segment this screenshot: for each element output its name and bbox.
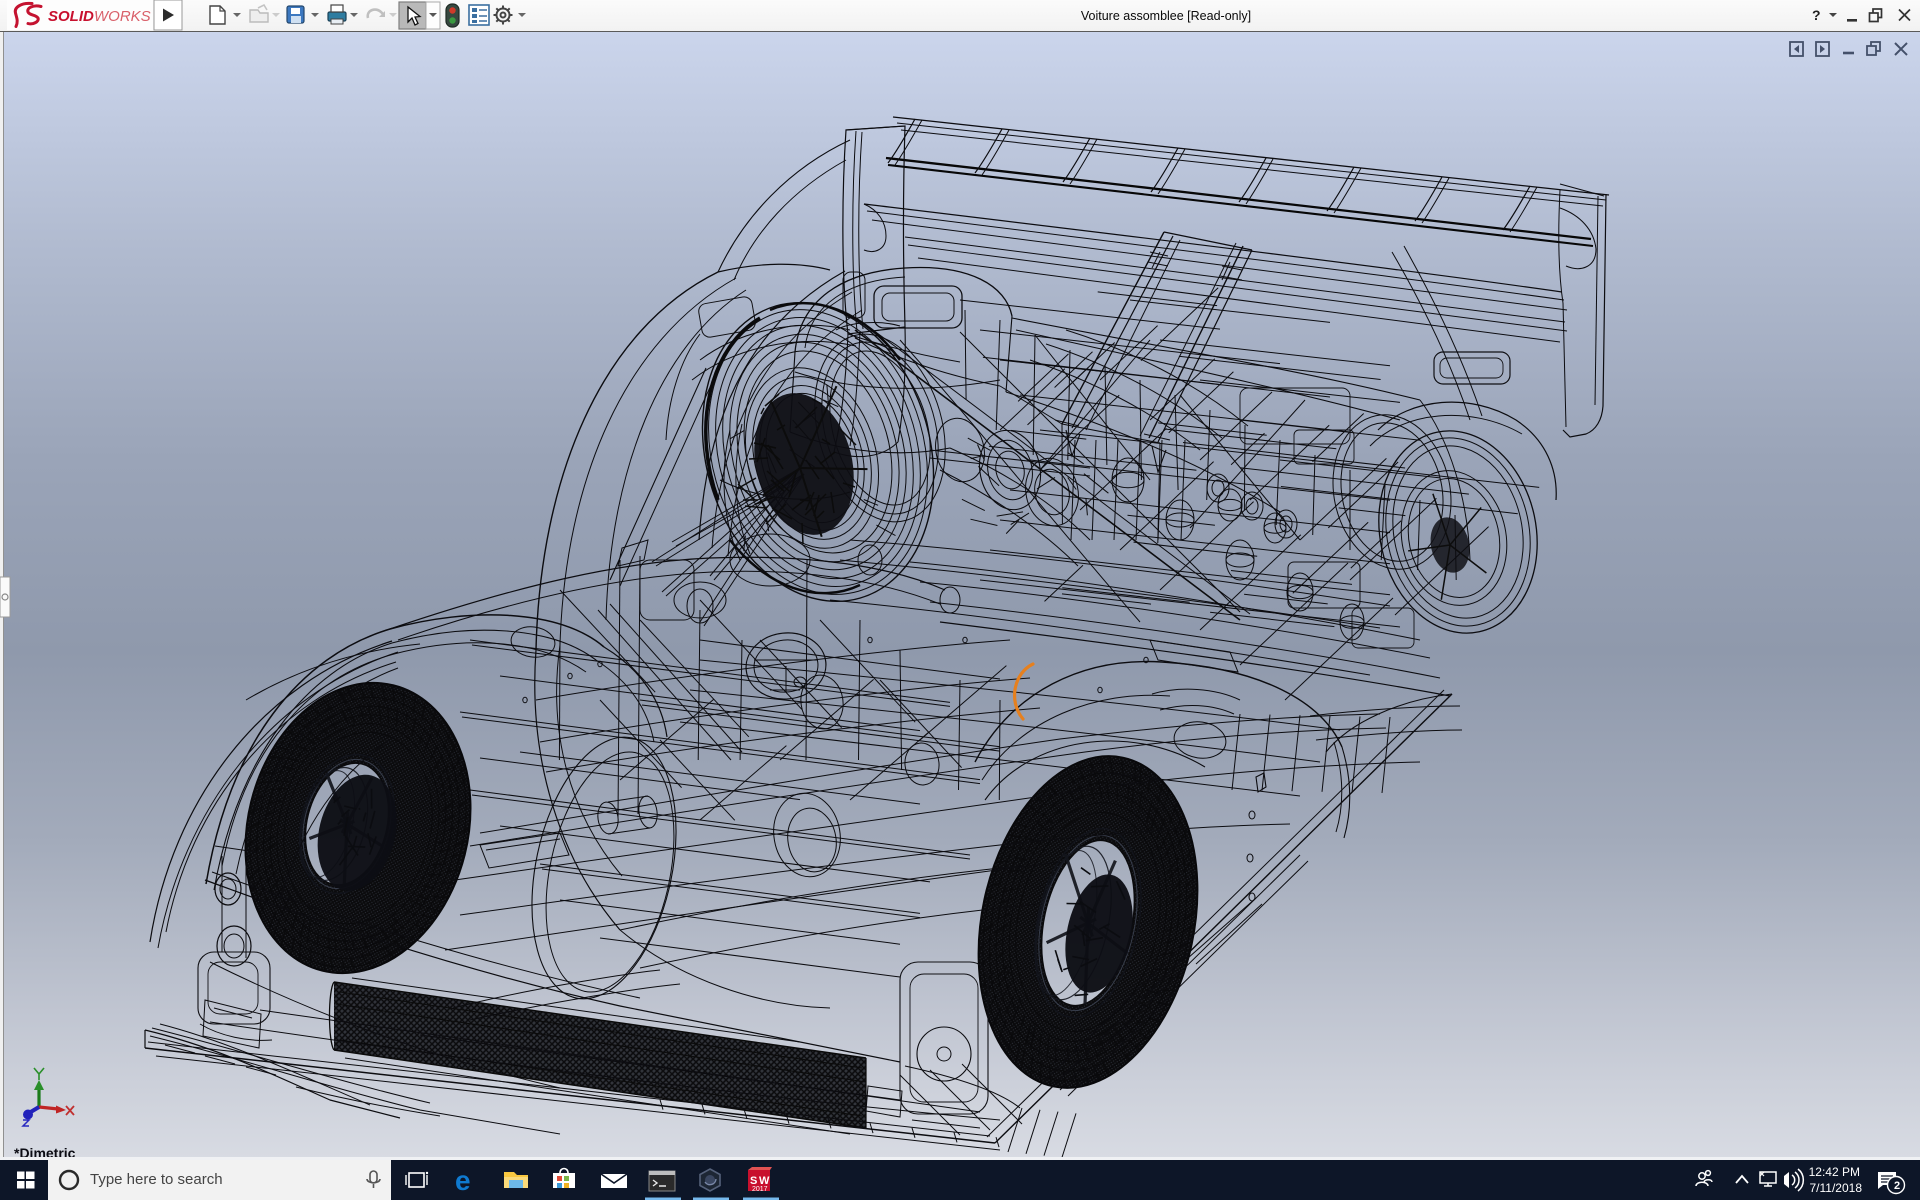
svg-text:?: ?	[1812, 7, 1821, 23]
svg-text:12:42 PM: 12:42 PM	[1809, 1165, 1860, 1179]
svg-text:7/11/2018: 7/11/2018	[1810, 1181, 1863, 1195]
svg-text:2017: 2017	[752, 1186, 768, 1193]
svg-text:SOLID: SOLID	[48, 8, 94, 25]
svg-text:e: e	[455, 1165, 471, 1196]
svg-text:2: 2	[1894, 1180, 1900, 1192]
svg-text:WORKS: WORKS	[94, 8, 151, 25]
svg-text:Voiture assomblee [Read-only]: Voiture assomblee [Read-only]	[1081, 9, 1251, 23]
